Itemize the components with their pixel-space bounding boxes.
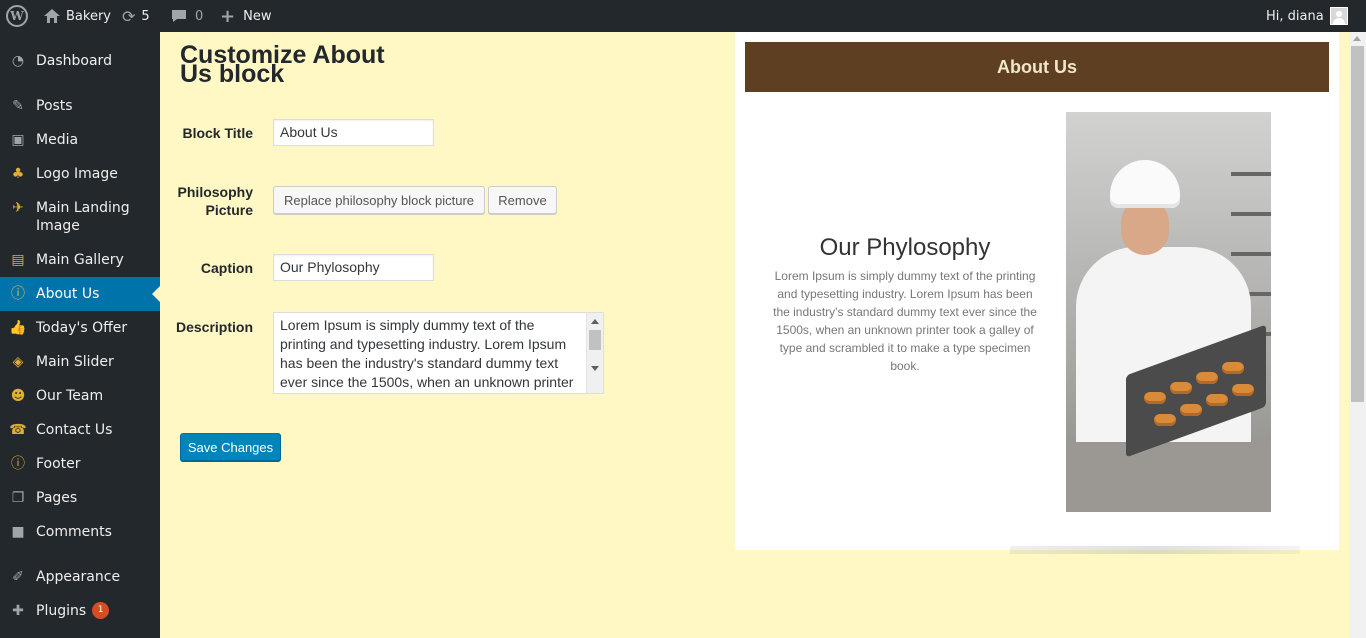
dashboard-icon: ◔ <box>11 53 25 69</box>
scroll-up-icon[interactable] <box>591 319 599 324</box>
page-scrollbar[interactable] <box>1349 32 1366 638</box>
sidebar-item-dashboard[interactable]: ◔ Dashboard <box>0 52 160 70</box>
description-label: Description <box>175 319 253 335</box>
preview-header: About Us <box>745 42 1329 92</box>
info-icon: ⓘ <box>11 286 25 302</box>
plane-icon: ✈ <box>12 200 24 216</box>
page-scroll-thumb[interactable] <box>1351 46 1364 402</box>
page-title: Customize About Us block <box>180 41 385 88</box>
new-label: New <box>243 8 272 24</box>
site-name-link[interactable]: Bakery <box>44 0 111 32</box>
caption-label: Caption <box>200 260 253 276</box>
description-text: Lorem Ipsum is simply dummy text of the … <box>280 317 574 390</box>
sidebar-item-contact-us[interactable]: ☎ Contact Us <box>0 421 160 439</box>
croissant-decor <box>1222 362 1244 374</box>
avatar <box>1329 7 1348 25</box>
replace-picture-button[interactable]: Replace philosophy block picture <box>273 186 485 214</box>
sidebar-item-appearance[interactable]: ✐ Appearance <box>0 568 160 586</box>
scroll-thumb[interactable] <box>589 330 601 350</box>
croissant-decor <box>1180 404 1202 416</box>
plus-icon: + <box>220 5 236 27</box>
media-icon: ▣ <box>11 132 25 148</box>
groups-icon: ☻ <box>10 388 26 404</box>
updates-icon: ⟳ <box>122 6 136 26</box>
block-title-input[interactable]: About Us <box>273 119 434 146</box>
shelf-decor <box>1231 172 1271 176</box>
admin-bar: W Bakery ⟳ 5 0 + New Hi, diana <box>0 0 1366 32</box>
updates-count: 5 <box>141 8 150 24</box>
sidebar-item-our-team[interactable]: ☻ Our Team <box>0 387 160 405</box>
sidebar-item-about-us[interactable]: ⓘ About Us <box>0 277 160 311</box>
home-icon <box>44 9 60 23</box>
chef-face <box>1121 200 1169 255</box>
admin-sidebar: ◔ Dashboard ✎ Posts ▣ Media ♣ Logo Image… <box>0 32 160 638</box>
preview-description: Lorem Ipsum is simply dummy text of the … <box>773 269 1037 373</box>
comments-count: 0 <box>195 8 204 24</box>
textarea-scrollbar[interactable] <box>586 313 603 393</box>
description-textarea[interactable]: Lorem Ipsum is simply dummy text of the … <box>273 312 604 394</box>
sidebar-item-comments[interactable]: ■ Comments <box>0 523 160 541</box>
shelf-decor <box>1231 212 1271 216</box>
sidebar-item-main-gallery[interactable]: ▤ Main Gallery <box>0 251 160 269</box>
cupcake-icon: ♣ <box>11 166 25 182</box>
scroll-up-icon[interactable] <box>1353 36 1361 41</box>
pages-icon: ❐ <box>11 490 25 506</box>
croissant-decor <box>1154 414 1176 426</box>
sidebar-item-main-landing-image[interactable]: ✈ Main Landing Image <box>0 199 160 235</box>
caption-input[interactable]: Our Phylosophy <box>273 254 434 281</box>
comment-icon: ■ <box>11 524 25 540</box>
sidebar-item-footer[interactable]: ⓘ Footer <box>0 455 160 473</box>
gallery-icon: ▤ <box>11 252 25 268</box>
layers-icon: ◈ <box>12 354 24 370</box>
sidebar-item-plugins[interactable]: ✚ Plugins 1 <box>0 602 160 620</box>
plugin-icon: ✚ <box>12 603 24 619</box>
philosophy-picture-label: Philosophy Picture <box>177 184 253 218</box>
sidebar-item-logo-image[interactable]: ♣ Logo Image <box>0 165 160 183</box>
chef-hat <box>1110 160 1180 208</box>
preview-footer-text <box>1010 546 1300 554</box>
croissant-decor <box>1196 372 1218 384</box>
croissant-decor <box>1170 382 1192 394</box>
shelf-decor <box>1231 252 1271 256</box>
sidebar-item-posts[interactable]: ✎ Posts <box>0 97 160 115</box>
sidebar-item-media[interactable]: ▣ Media <box>0 131 160 149</box>
site-name: Bakery <box>66 8 111 24</box>
sidebar-item-main-slider[interactable]: ◈ Main Slider <box>0 353 160 371</box>
save-changes-button[interactable]: Save Changes <box>180 433 281 461</box>
sidebar-item-pages[interactable]: ❐ Pages <box>0 489 160 507</box>
remove-picture-button[interactable]: Remove <box>488 186 557 214</box>
about-us-preview: About Us Our Phylosophy Lorem Ipsum is s… <box>735 32 1339 550</box>
new-content-link[interactable]: + New <box>220 0 271 32</box>
croissant-decor <box>1232 384 1254 396</box>
block-title-label: Block Title <box>182 125 253 141</box>
phone-icon: ☎ <box>9 422 27 438</box>
comments-link[interactable]: 0 <box>171 0 203 32</box>
pin-icon: ✎ <box>12 98 24 114</box>
comment-bubble-icon <box>171 9 187 23</box>
greeting: Hi, diana <box>1266 8 1324 24</box>
counter-decor <box>1066 442 1271 512</box>
croissant-decor <box>1206 394 1228 406</box>
info-icon: ⓘ <box>11 456 25 472</box>
thumbs-up-icon: 👍 <box>9 320 27 336</box>
sidebar-item-todays-offer[interactable]: 👍 Today's Offer <box>0 319 160 337</box>
philosophy-picture <box>1066 112 1271 512</box>
preview-caption: Our Phylosophy <box>819 234 991 261</box>
wordpress-logo-icon[interactable]: W <box>6 5 28 27</box>
scroll-down-icon[interactable] <box>591 366 599 371</box>
plugins-label: Plugins <box>36 603 87 619</box>
croissant-decor <box>1144 392 1166 404</box>
updates-link[interactable]: ⟳ 5 <box>122 0 150 32</box>
my-account-link[interactable]: Hi, diana <box>1266 0 1348 32</box>
plugins-update-badge: 1 <box>92 602 110 619</box>
brush-icon: ✐ <box>12 569 24 585</box>
